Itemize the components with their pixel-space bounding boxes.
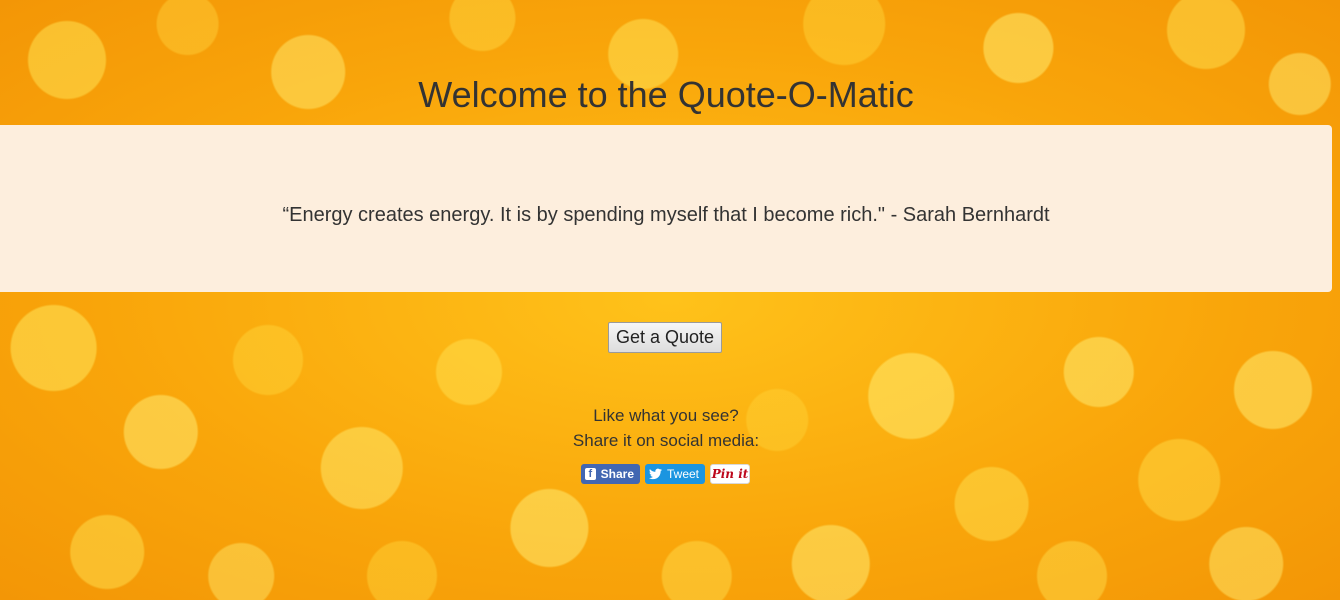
facebook-share-button[interactable]: f Share (581, 464, 640, 484)
twitter-tweet-label: Tweet (666, 467, 699, 481)
quote-text: “Energy creates energy. It is by spendin… (282, 204, 1050, 226)
social-share-buttons: f Share Tweet Pin it (581, 464, 750, 484)
facebook-icon: f (585, 468, 596, 480)
page-title: Welcome to the Quote-O-Matic (418, 74, 914, 115)
share-subprompt: Share it on social media: (572, 431, 760, 450)
get-quote-button[interactable]: Get a Quote (608, 322, 722, 353)
pinterest-pin-button[interactable]: Pin it (710, 464, 750, 484)
share-prompt: Like what you see? (593, 406, 739, 425)
facebook-share-label: Share (600, 467, 634, 481)
pinterest-pin-label: Pin it (711, 467, 749, 481)
twitter-tweet-button[interactable]: Tweet (645, 464, 705, 484)
twitter-icon (649, 468, 662, 480)
